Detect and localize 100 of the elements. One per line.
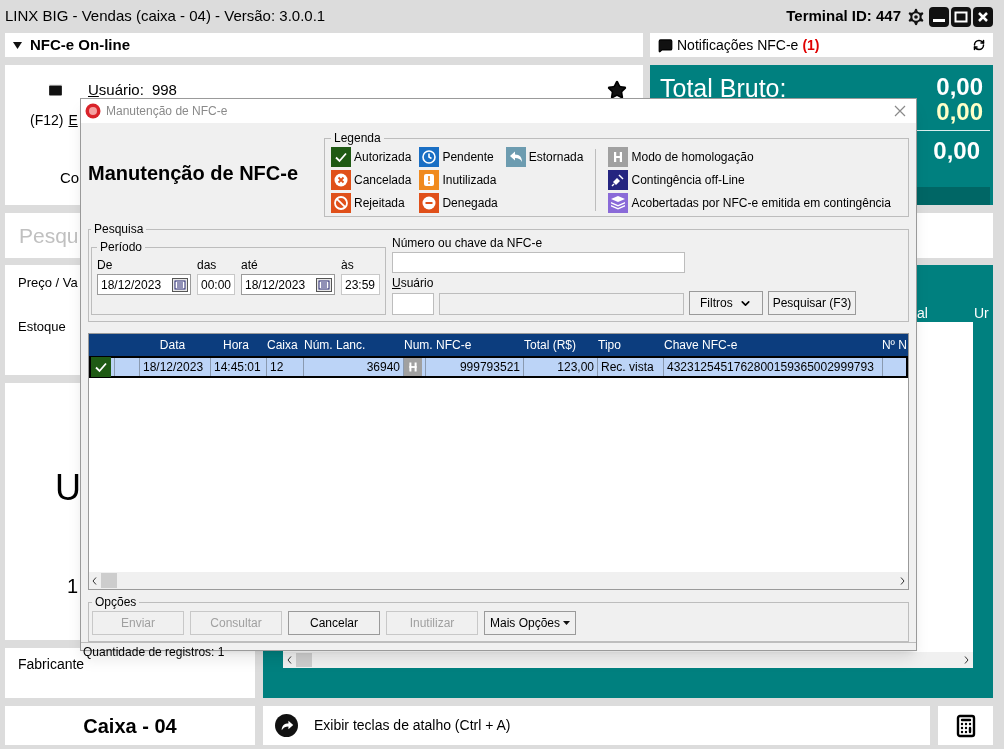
grid-cell-text: 36940 [366,359,400,376]
shortcut-key: (F12) [30,109,64,131]
minimize-icon[interactable] [929,6,949,27]
scroll-right-icon[interactable] [900,576,905,585]
h-block-icon [608,147,629,167]
ban-icon [331,193,351,213]
dialog-heading: Manutenção de NFC-e [88,161,299,186]
column-header[interactable]: Chave NFC-e [664,336,738,354]
total-value: 0,00 [936,73,983,101]
time-field[interactable]: 23:59 [341,274,380,295]
star-icon[interactable] [607,80,627,101]
panel-title: NFC-e On-line [30,34,130,55]
horizontal-scrollbar[interactable] [89,572,908,589]
group-title: Pesquisa [93,221,145,238]
panel-text: Co [60,168,80,186]
field-label: Preço / Va [18,274,78,292]
field-label: até [241,257,258,274]
maximize-icon[interactable] [951,6,971,27]
legend-label: Contingência off-Line [631,172,745,189]
horizontal-scrollbar[interactable] [283,652,973,668]
field-label: Fabricante [18,656,85,672]
settings-icon[interactable] [905,5,927,28]
legend-label: Autorizada [354,149,412,166]
grid-cell-text: 123,00 [557,359,594,376]
cancel-icon [331,170,351,190]
unit-text: U [55,467,81,509]
grid-row[interactable]: 18/12/2023 14:45:01 12 36940 999793521 123,00 Rec. vista 4323125451762800159365002999793 [89,356,908,378]
field-label: às [341,257,354,274]
grid-cell-text: 12 [270,359,284,376]
legend-label: Acobertadas por NFC-e emitida em contingência [631,195,891,212]
field-label: De [97,257,113,274]
number-field[interactable] [392,252,685,273]
exclamation-icon [419,170,440,190]
notifications-label: Notificações NFC-e [677,35,799,55]
column-header[interactable]: Hora [223,336,249,354]
column-header[interactable]: Total (R$) [524,336,576,354]
scroll-left-icon[interactable] [287,656,292,664]
group-title: Período [99,239,144,256]
column-header[interactable]: Caixa [267,336,298,354]
plug-icon [608,170,629,190]
field-label: Estoque [18,317,66,336]
field-label: das [197,257,217,274]
scroll-left-icon[interactable] [92,576,97,585]
total-value: 0,00 [936,98,983,126]
stack-icon [608,193,629,213]
grid-cell-text: 18/12/2023 [143,359,204,376]
status-text: Quantidade de registros: 1 [83,643,225,659]
calendar-icon[interactable] [316,277,332,292]
register-label: Caixa - 04 [83,713,177,739]
app-icon [85,103,101,119]
close-icon[interactable] [973,6,993,27]
scroll-thumb[interactable] [101,573,117,588]
action-button[interactable]: Cancelar [288,611,380,635]
scroll-thumb[interactable] [296,653,312,667]
legend-label: Rejeitada [354,195,405,212]
terminal-id: Terminal ID: 447 [786,6,901,27]
column-header[interactable]: Num. NFC-e [404,336,472,354]
shortcuts-bar[interactable]: Exibir teclas de atalho (Ctrl + A) [263,706,930,745]
user-code-field[interactable] [392,293,434,315]
column-header[interactable]: Núm. Lanc. [304,336,366,354]
user-value: 998 [151,80,177,100]
notifications-count: (1) [802,35,820,55]
column-header[interactable]: Tipo [598,336,621,354]
date-field[interactable]: 18/12/2023 [241,274,335,295]
total-label: Total Bruto: [660,73,787,103]
legend-label: Denegada [442,195,498,212]
user-label: Usuário: [88,80,144,100]
calculator-button[interactable] [938,706,993,745]
legend-label: Modo de homologação [631,149,754,166]
shortcuts-label: Exibir teclas de atalho (Ctrl + A) [314,716,511,735]
window-title: LINX BIG - Vendas (caixa - 04) - Versão: 3.0.0.1 [5,6,326,27]
grid-cell-text: 999793521 [459,359,520,376]
legend-label: Inutilizada [442,172,497,189]
calendar-icon[interactable] [172,277,188,292]
group-title: Opções [94,594,138,611]
field-label: Número ou chave da NFC-e [392,235,543,252]
column-header[interactable]: Data [159,336,186,354]
column-header[interactable]: Nº N [881,336,907,354]
search-button[interactable]: Pesquisar (F3) [767,291,857,315]
quantity-text: 1 [67,574,79,599]
dialog-title: Manutenção de NFC-e [106,103,228,120]
nfce-header-bar[interactable]: NFC-e On-line [5,33,643,57]
time-field[interactable]: 00:00 [197,274,235,295]
date-field[interactable]: 18/12/2023 [97,274,191,295]
legend-label: Pendente [442,149,494,166]
clock-icon [419,147,440,167]
scroll-right-icon[interactable] [964,656,969,664]
shortcut-link[interactable]: E [68,109,78,131]
total-value: 0,00 [933,137,980,165]
legend-label: Estornada [528,149,584,166]
filters-button[interactable]: Filtros [689,291,763,315]
menu-button[interactable]: Mais Opções [484,611,577,635]
legend-label: Cancelada [354,172,412,189]
refresh-icon[interactable] [973,39,985,51]
grid-cell-text: Rec. vista [601,359,654,376]
caret-down-icon [563,621,571,625]
field-label: Usuário [392,275,434,292]
message-icon [658,37,673,53]
notifications-bar[interactable]: Notificações NFC-e (1) [650,33,993,57]
grid-cell-text: 4323125451762800159365002999793 [667,359,874,376]
